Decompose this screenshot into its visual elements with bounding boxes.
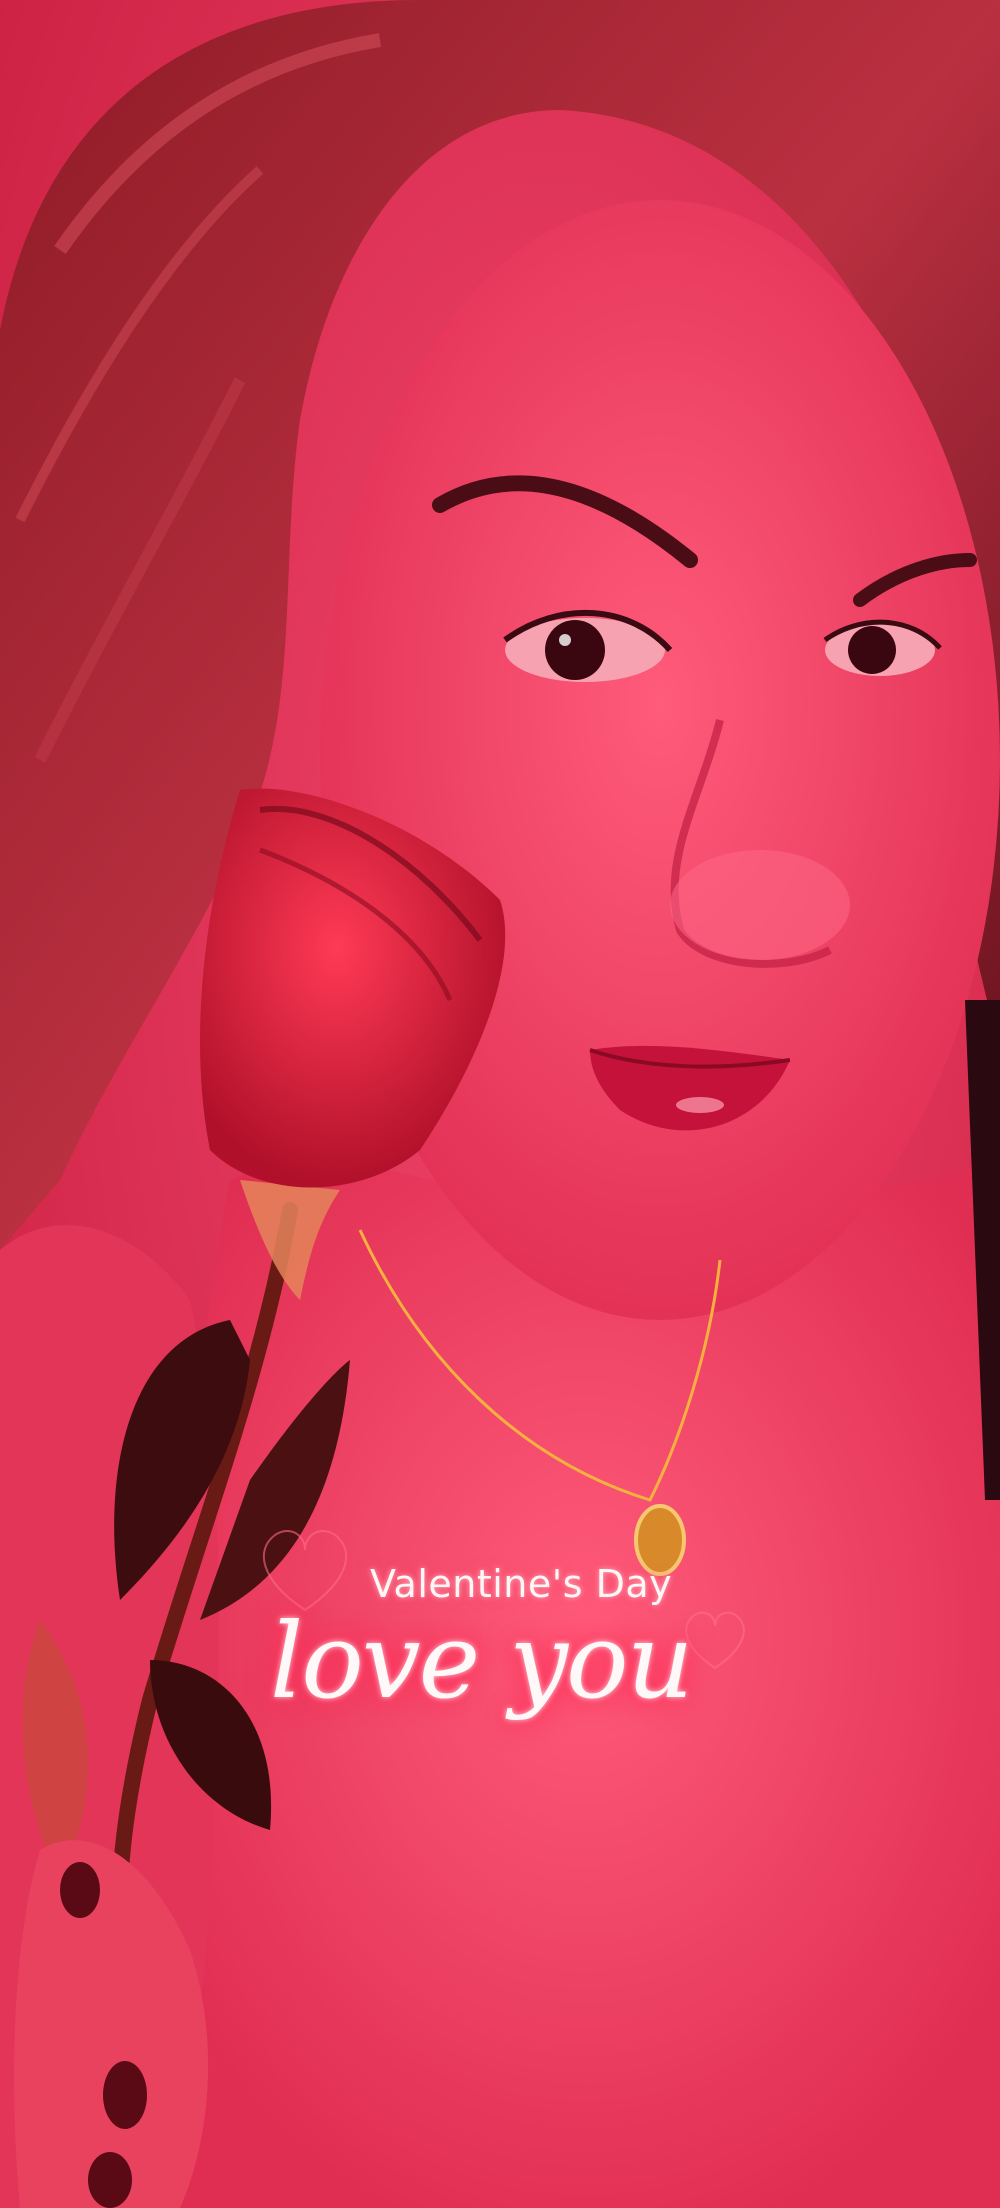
- photo-frame: Valentine's Day love you: [0, 0, 1000, 2208]
- fingernail: [103, 2061, 147, 2129]
- fingernail: [60, 1862, 100, 1918]
- photo-scene: [0, 0, 1000, 2208]
- face: [320, 200, 1000, 1320]
- valentines-sticker: Valentine's Day love you: [262, 1530, 770, 1810]
- fingernail: [88, 2152, 132, 2208]
- sticker-script-text: love you: [270, 1600, 694, 1722]
